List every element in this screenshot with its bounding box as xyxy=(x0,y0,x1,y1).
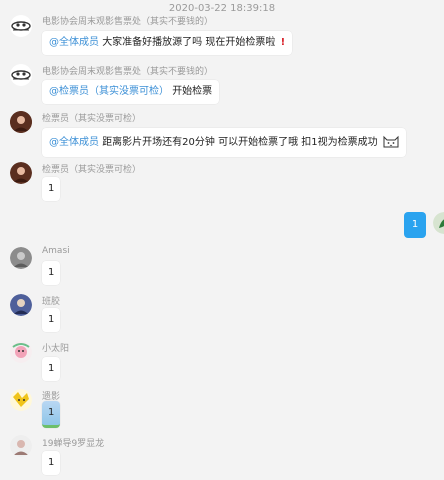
sender-name: 检票员（其实没票可检） xyxy=(42,114,142,124)
sender-name: Amasi xyxy=(42,246,70,256)
avatar[interactable] xyxy=(10,64,32,86)
sender-name: 电影协会周末观影售票处（其实不要钱的） xyxy=(42,17,214,27)
avatar[interactable] xyxy=(10,435,32,457)
mention-ticket-checker[interactable]: @检票员（其实没票可检） xyxy=(49,86,169,97)
self-message-bubble[interactable]: 1 xyxy=(404,212,426,238)
exclamation-icon: ! xyxy=(280,37,286,48)
cat-face-emoji-icon xyxy=(383,135,399,148)
avatar[interactable] xyxy=(10,15,32,37)
message-text: 距离影片开场还有20分钟 可以开始检票了哦 扣1视为检票成功 xyxy=(102,137,378,148)
cartoon-avatar-icon xyxy=(10,389,32,411)
avatar[interactable] xyxy=(10,389,32,411)
film-club-logo-icon xyxy=(10,15,32,37)
message-bubble[interactable]: @检票员（其实没票可检） 开始检票 xyxy=(42,80,220,104)
message-bubble[interactable]: @全体成员 距离影片开场还有20分钟 可以开始检票了哦 扣1视为检票成功 xyxy=(42,128,406,157)
person-avatar-icon xyxy=(10,247,32,269)
message-bubble[interactable]: 1 xyxy=(42,177,60,201)
message-bubble[interactable]: 1 xyxy=(42,357,60,381)
leaf-avatar-icon xyxy=(433,212,444,234)
avatar[interactable] xyxy=(10,162,32,184)
sender-name: 检票员（其实没票可检） xyxy=(42,165,142,175)
message-bubble[interactable]: @全体成员 大家准备好播放源了吗 现在开始检票啦 ! xyxy=(42,31,293,55)
avatar[interactable] xyxy=(10,341,32,363)
message-text: 开始检票 xyxy=(172,86,213,97)
person-avatar-icon xyxy=(10,162,32,184)
person-avatar-icon xyxy=(10,435,32,457)
sender-name: 小太阳 xyxy=(42,344,70,354)
message-bubble[interactable]: 1 xyxy=(42,401,60,428)
sender-name: 19蝉导9罗显龙 xyxy=(42,439,105,449)
person-avatar-icon xyxy=(10,111,32,133)
avatar[interactable] xyxy=(10,111,32,133)
cartoon-avatar-icon xyxy=(10,341,32,363)
self-avatar[interactable] xyxy=(433,212,444,234)
message-bubble[interactable]: 1 xyxy=(42,308,60,332)
avatar[interactable] xyxy=(10,294,32,316)
message-bubble[interactable]: 1 xyxy=(42,451,60,475)
sender-name: 电影协会周末观影售票处（其实不要钱的） xyxy=(42,67,214,77)
message-bubble[interactable]: 1 xyxy=(42,261,60,285)
message-timestamp: 2020-03-22 18:39:18 xyxy=(168,3,276,14)
message-text: 大家准备好播放源了吗 现在开始检票啦 xyxy=(102,37,276,48)
sender-name: 班胶 xyxy=(42,297,61,307)
person-avatar-icon xyxy=(10,294,32,316)
mention-all[interactable]: @全体成员 xyxy=(49,137,99,148)
film-club-logo-icon xyxy=(10,64,32,86)
mention-all[interactable]: @全体成员 xyxy=(49,37,99,48)
avatar[interactable] xyxy=(10,247,32,269)
